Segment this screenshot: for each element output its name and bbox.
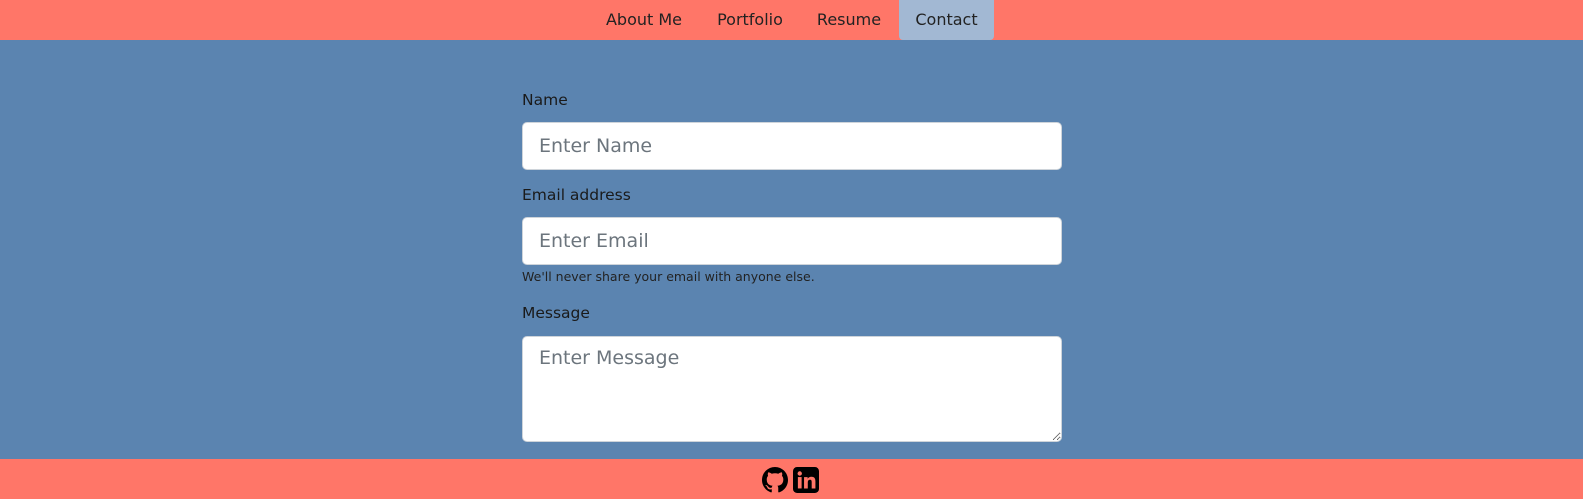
message-label: Message (522, 304, 590, 322)
name-input[interactable] (522, 122, 1062, 170)
nav-contact[interactable]: Contact (899, 0, 994, 40)
email-help-text: We'll never share your email with anyone… (522, 269, 815, 284)
name-label: Name (522, 91, 568, 109)
nav-resume[interactable]: Resume (806, 0, 892, 40)
nav-portfolio[interactable]: Portfolio (705, 0, 795, 40)
message-textarea[interactable] (522, 336, 1062, 442)
footer (0, 459, 1583, 499)
email-input[interactable] (522, 217, 1062, 265)
email-label: Email address (522, 186, 631, 204)
top-navbar: About Me Portfolio Resume Contact (0, 0, 1583, 40)
linkedin-icon[interactable] (793, 467, 819, 493)
nav-about-me[interactable]: About Me (595, 0, 693, 40)
github-icon[interactable] (762, 467, 788, 493)
